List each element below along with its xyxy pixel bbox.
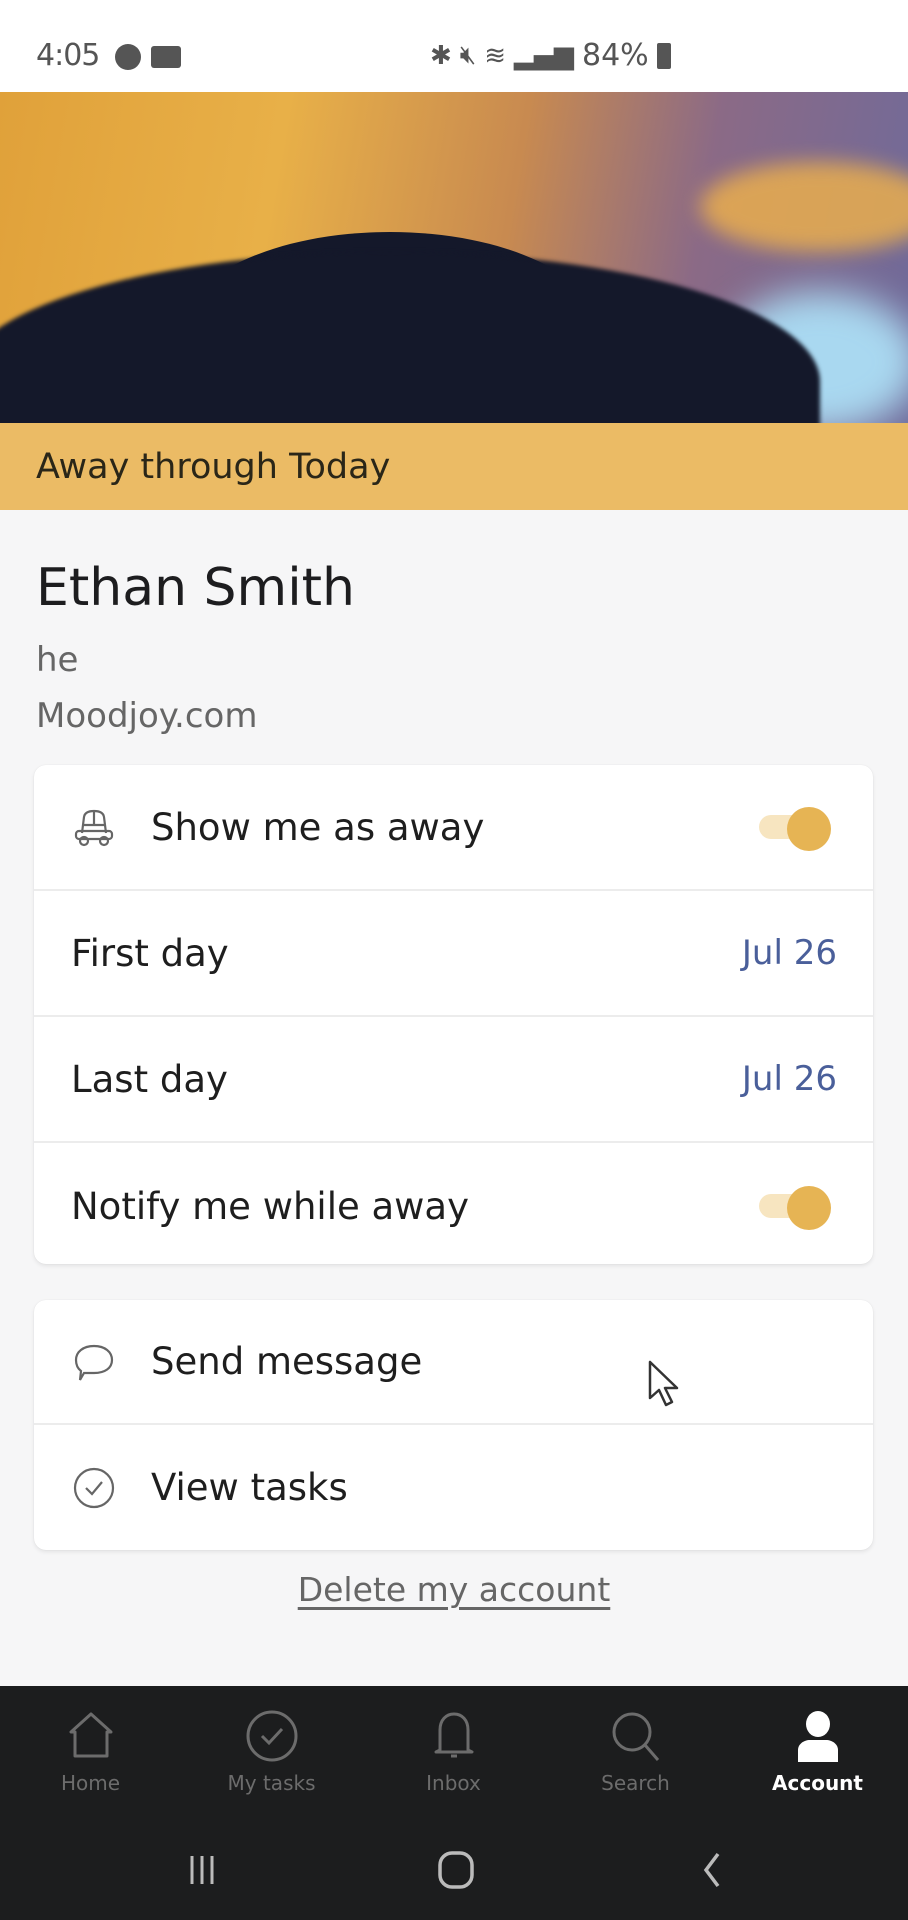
last-day-row[interactable]: Last day Jul 26 xyxy=(34,1017,873,1143)
chat-bubble-icon xyxy=(74,1344,114,1381)
first-day-row[interactable]: First day Jul 26 xyxy=(34,891,873,1017)
clock: 4:05 xyxy=(36,38,100,73)
show-me-as-away-toggle[interactable] xyxy=(759,807,831,851)
battery-percent: 84% xyxy=(581,38,649,73)
view-tasks-label: View tasks xyxy=(151,1466,348,1509)
first-day-value[interactable]: Jul 26 xyxy=(742,933,837,973)
signal-icon: ▂▄▆ xyxy=(513,40,574,71)
nav-inbox[interactable]: Inbox xyxy=(363,1686,544,1806)
nav-search-label: Search xyxy=(601,1771,670,1795)
nav-account-label: Account xyxy=(772,1771,863,1795)
system-home-icon[interactable] xyxy=(426,1840,486,1900)
profile-organization: Moodjoy.com xyxy=(36,696,258,736)
view-tasks-button[interactable]: View tasks xyxy=(34,1425,873,1550)
delete-account-link[interactable]: Delete my account xyxy=(298,1570,611,1609)
first-day-label: First day xyxy=(71,931,229,975)
nav-account[interactable]: Account xyxy=(727,1686,908,1806)
system-navigation xyxy=(0,1840,908,1900)
notify-while-away-label: Notify me while away xyxy=(71,1184,470,1228)
nav-search[interactable]: Search xyxy=(545,1686,726,1806)
notify-while-away-toggle[interactable] xyxy=(759,1186,831,1230)
bottom-navigation: Home My tasks Inbox Search Account xyxy=(0,1686,908,1920)
back-icon[interactable] xyxy=(682,1840,742,1900)
profile-name: Ethan Smith xyxy=(36,558,356,618)
wifi-icon: ≋ xyxy=(484,40,506,71)
show-me-as-away-row[interactable]: Show me as away xyxy=(34,765,873,891)
bell-icon xyxy=(434,1712,473,1758)
last-day-label: Last day xyxy=(71,1057,228,1101)
check-circle-icon xyxy=(246,1710,297,1762)
nav-home-label: Home xyxy=(60,1771,121,1795)
nav-home[interactable]: Home xyxy=(0,1686,181,1806)
video-camera-icon xyxy=(151,46,181,68)
check-circle-icon xyxy=(73,1467,115,1508)
home-icon xyxy=(69,1712,112,1758)
status-bar: 4:05 ✱ 🔇︎ ≋ ▂▄▆ 84% xyxy=(0,0,908,92)
battery-icon xyxy=(656,42,671,69)
recent-apps-icon[interactable] xyxy=(172,1840,232,1900)
search-icon xyxy=(612,1712,659,1761)
cover-photo xyxy=(0,92,908,423)
profile-pronoun: he xyxy=(36,640,79,680)
away-status-banner: Away through Today xyxy=(0,423,908,510)
actions-card: Send message View tasks xyxy=(34,1300,873,1550)
notify-while-away-row[interactable]: Notify me while away xyxy=(34,1143,873,1269)
messenger-icon xyxy=(115,44,141,70)
send-message-button[interactable]: Send message xyxy=(34,1300,873,1425)
person-icon xyxy=(797,1711,838,1762)
nav-my-tasks[interactable]: My tasks xyxy=(181,1686,362,1806)
mute-icon: 🔇︎ xyxy=(459,40,477,70)
bluetooth-icon: ✱ xyxy=(430,40,452,71)
nav-inbox-label: Inbox xyxy=(426,1771,481,1795)
delete-account-link-wrapper: Delete my account xyxy=(0,1570,908,1609)
show-me-as-away-label: Show me as away xyxy=(151,805,485,849)
mouse-cursor-icon xyxy=(648,1360,679,1407)
nav-my-tasks-label: My tasks xyxy=(227,1771,316,1795)
away-status-text: Away through Today xyxy=(36,447,391,487)
away-settings-card: Show me as away First day Jul 26 Last da… xyxy=(34,765,873,1264)
send-message-label: Send message xyxy=(151,1340,423,1383)
car-icon xyxy=(74,809,114,847)
last-day-value[interactable]: Jul 26 xyxy=(742,1059,837,1099)
